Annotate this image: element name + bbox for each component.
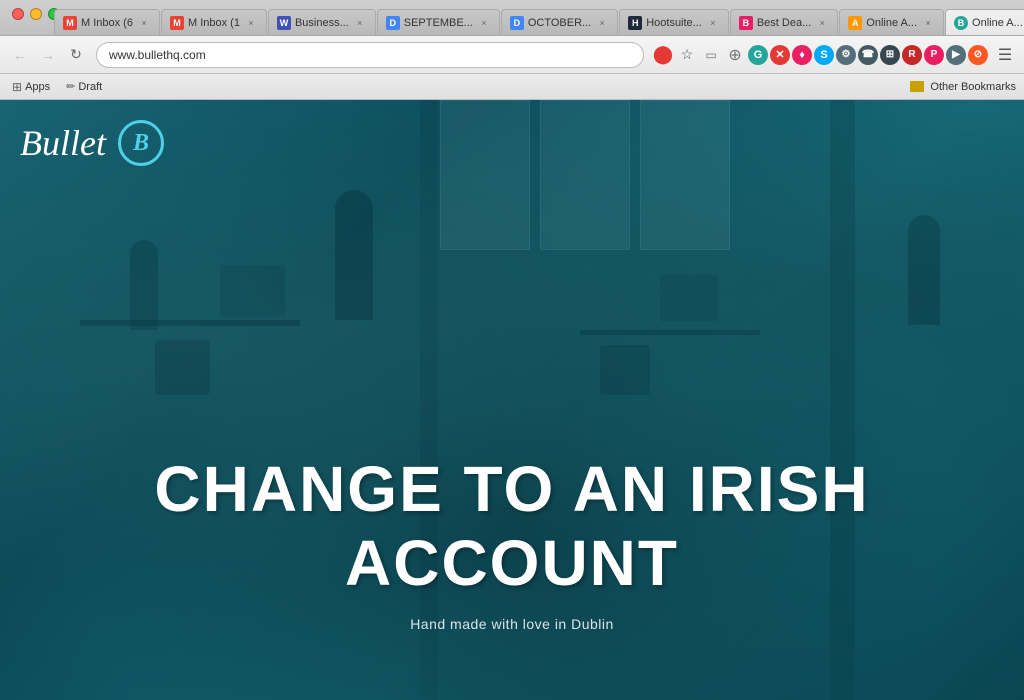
back-button[interactable]: ← (8, 43, 32, 67)
business-favicon: W (277, 16, 291, 30)
office-scene (0, 100, 1024, 700)
gmail-favicon: M (63, 16, 77, 30)
tab-close-8[interactable]: × (921, 16, 935, 30)
deal-favicon: B (739, 16, 753, 30)
tab-september[interactable]: D SEPTEMBE... × (377, 9, 500, 35)
bookmark-apps[interactable]: ⊞ Apps (8, 78, 54, 96)
tab-online-a[interactable]: A Online A... × (839, 9, 944, 35)
reload-button[interactable]: ↻ (64, 43, 88, 67)
ext-icon-1[interactable]: G (748, 45, 768, 65)
tab-business[interactable]: W Business... × (268, 9, 376, 35)
ext-icon-3[interactable]: ♦ (792, 45, 812, 65)
website-content: Bullet B CHANGE TO AN IRISH ACCOUNT Hand… (0, 100, 1024, 700)
cast-icon[interactable]: ▭ (700, 44, 722, 66)
browser-window: M M Inbox (6 × M M Inbox (1 × W Business… (0, 0, 1024, 700)
bookmark-star-icon[interactable]: ☆ (676, 44, 698, 66)
bullet-logo-text: Bullet (20, 122, 106, 164)
hero-heading: CHANGE TO AN IRISH ACCOUNT (0, 452, 1024, 600)
tab-close-4[interactable]: × (477, 16, 491, 30)
apps-star-icon: ⊞ (12, 80, 22, 94)
ext-icon-6[interactable]: ☎ (858, 45, 878, 65)
ext-icon-5[interactable]: ⚙ (836, 45, 856, 65)
bullet-logo: Bullet B (20, 120, 164, 166)
stop-icon[interactable]: ⬤ (652, 44, 674, 66)
tab-bestdeal[interactable]: B Best Dea... × (730, 9, 838, 35)
bookmarks-bar: ⊞ Apps ✏ Draft Other Bookmarks (0, 74, 1024, 100)
doc-favicon: D (386, 16, 400, 30)
bullet-favicon: B (954, 16, 968, 30)
close-button[interactable] (12, 8, 24, 20)
minimize-button[interactable] (30, 8, 42, 20)
doc2-favicon: D (510, 16, 524, 30)
other-bookmarks[interactable]: Other Bookmarks (910, 80, 1016, 94)
bookmark-draft[interactable]: ✏ Draft (62, 78, 106, 95)
ext-icon-9[interactable]: P (924, 45, 944, 65)
ext-icon-8[interactable]: R (902, 45, 922, 65)
tab-close-2[interactable]: × (244, 16, 258, 30)
forward-button[interactable]: → (36, 43, 60, 67)
tabs-container: M M Inbox (6 × M M Inbox (1 × W Business… (54, 0, 1024, 35)
ext-icon-10[interactable]: ▶ (946, 45, 966, 65)
toolbar-icons-right: ⬤ ☆ ▭ ⊕ G ✕ ♦ S ⚙ ☎ ⊞ R P ▶ ⊘ ☰ (652, 44, 1016, 66)
tab-close-6[interactable]: × (706, 16, 720, 30)
hero-subtitle: Hand made with love in Dublin (0, 616, 1024, 632)
tab-close-5[interactable]: × (595, 16, 609, 30)
ext-icon-7[interactable]: ⊞ (880, 45, 900, 65)
tab-close-7[interactable]: × (815, 16, 829, 30)
title-bar: M M Inbox (6 × M M Inbox (1 × W Business… (0, 0, 1024, 36)
folder-icon (910, 80, 924, 94)
draft-pencil-icon: ✏ (66, 80, 75, 93)
navigation-toolbar: ← → ↻ www.bullethq.com ⬤ ☆ ▭ ⊕ G ✕ ♦ S ⚙… (0, 36, 1024, 74)
ext-icon-11[interactable]: ⊘ (968, 45, 988, 65)
chrome-menu-icon[interactable]: ☰ (994, 44, 1016, 66)
online-favicon: A (848, 16, 862, 30)
profile-icon[interactable]: ⊕ (724, 44, 746, 66)
tab-close-1[interactable]: × (137, 16, 151, 30)
ext-icon-4[interactable]: S (814, 45, 834, 65)
tab-bullethq[interactable]: B Online A... × (945, 9, 1024, 35)
hootsuite-favicon: H (628, 16, 642, 30)
tab-close-3[interactable]: × (353, 16, 367, 30)
tab-gmail-1[interactable]: M M Inbox (6 × (54, 9, 160, 35)
tab-gmail-2[interactable]: M M Inbox (1 × (161, 9, 267, 35)
bullet-logo-badge: B (118, 120, 164, 166)
tab-october[interactable]: D OCTOBER... × (501, 9, 618, 35)
address-bar[interactable]: www.bullethq.com (96, 42, 644, 68)
ext-icon-2[interactable]: ✕ (770, 45, 790, 65)
tab-hootsuite[interactable]: H Hootsuite... × (619, 9, 729, 35)
gmail2-favicon: M (170, 16, 184, 30)
